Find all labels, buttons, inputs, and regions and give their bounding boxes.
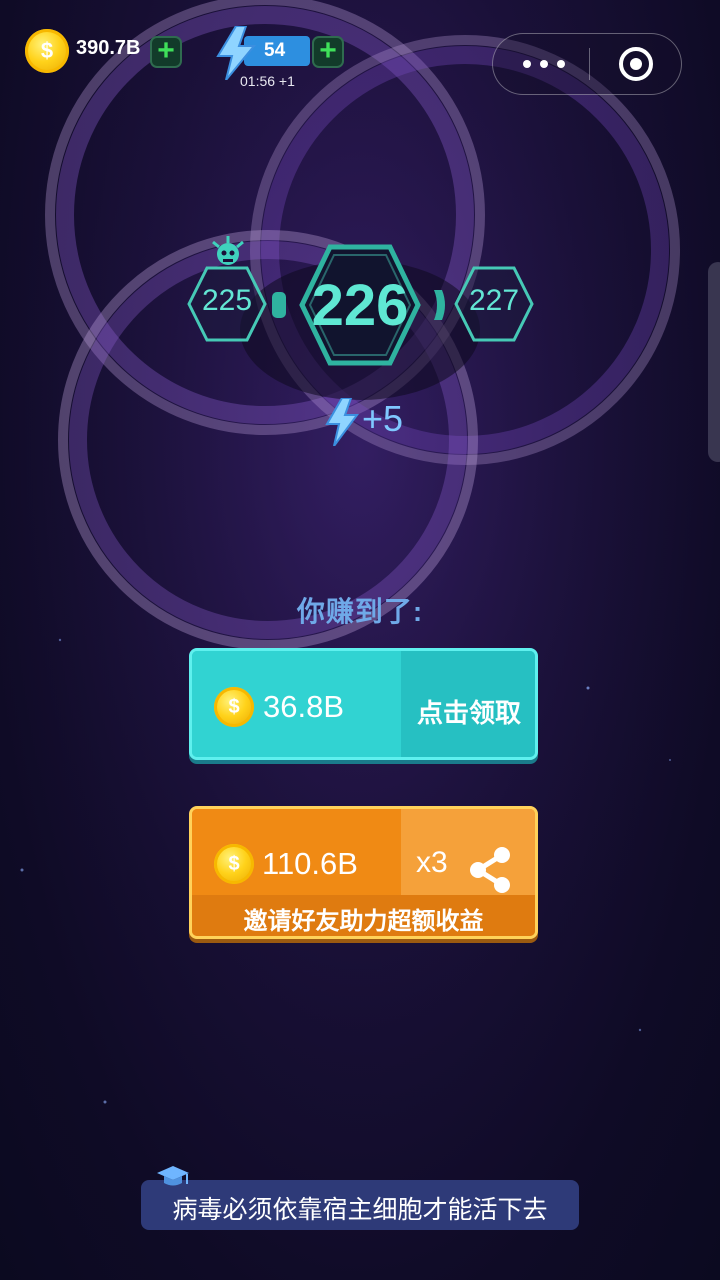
level-connector-right — [434, 290, 445, 320]
claim-amount: 36.8B — [263, 689, 345, 724]
level-next-number: 227 — [468, 284, 520, 317]
star-field — [20, 638, 671, 1104]
earned-label: 你赚到了: — [296, 596, 424, 627]
share-subtitle: 邀请好友助力超额收益 — [243, 908, 484, 935]
claim-label: 点击领取 — [417, 698, 522, 728]
energy-timer: 01:56 +1 — [240, 73, 295, 89]
claim-button[interactable]: $ 36.8B 点击领取 — [189, 648, 538, 760]
target-close-icon[interactable] — [618, 46, 654, 82]
level-connector-left — [272, 292, 286, 318]
level-previous-number: 225 — [201, 284, 253, 317]
share-multiplier: x3 — [416, 846, 448, 879]
graduation-cap-icon — [157, 1166, 189, 1186]
energy-reward: +5 — [324, 396, 424, 446]
claim-amount-panel: $ 36.8B — [192, 651, 401, 757]
share-amount: 110.6B — [262, 846, 358, 881]
level-next: 227 — [454, 266, 534, 342]
mini-program-capsule — [492, 33, 682, 95]
more-dots-icon[interactable] — [511, 34, 581, 94]
energy-reward-value: +5 — [362, 398, 404, 439]
lightning-icon — [216, 26, 257, 80]
coin-icon: $ — [214, 844, 254, 884]
side-panel-handle[interactable] — [708, 262, 720, 462]
virus-icon — [212, 236, 244, 265]
share-multiply-button[interactable]: $ 110.6B x3 邀请好友助力超额收益 — [189, 806, 538, 939]
share-icon — [470, 847, 510, 893]
level-previous: 225 — [187, 266, 267, 342]
level-current-number: 226 — [311, 273, 409, 338]
capsule-divider — [589, 48, 590, 80]
add-coins-button[interactable]: + — [150, 36, 182, 68]
coin-icon: $ — [25, 29, 69, 73]
lightning-icon — [325, 398, 359, 446]
coin-icon: $ — [214, 687, 254, 727]
top-hud: $ 390.7B + 54 + 01:56 +1 — [0, 0, 720, 110]
coins-balance: 390.7B — [76, 37, 141, 59]
tip-text: 病毒必须依靠宿主细胞才能活下去 — [172, 1196, 548, 1224]
add-energy-button[interactable]: + — [312, 36, 344, 68]
share-amount-panel: $ 110.6B — [192, 809, 401, 895]
level-current: 226 — [298, 243, 422, 367]
tip-banner: 病毒必须依靠宿主细胞才能活下去 — [141, 1180, 579, 1230]
energy-count: 54 — [264, 40, 286, 61]
